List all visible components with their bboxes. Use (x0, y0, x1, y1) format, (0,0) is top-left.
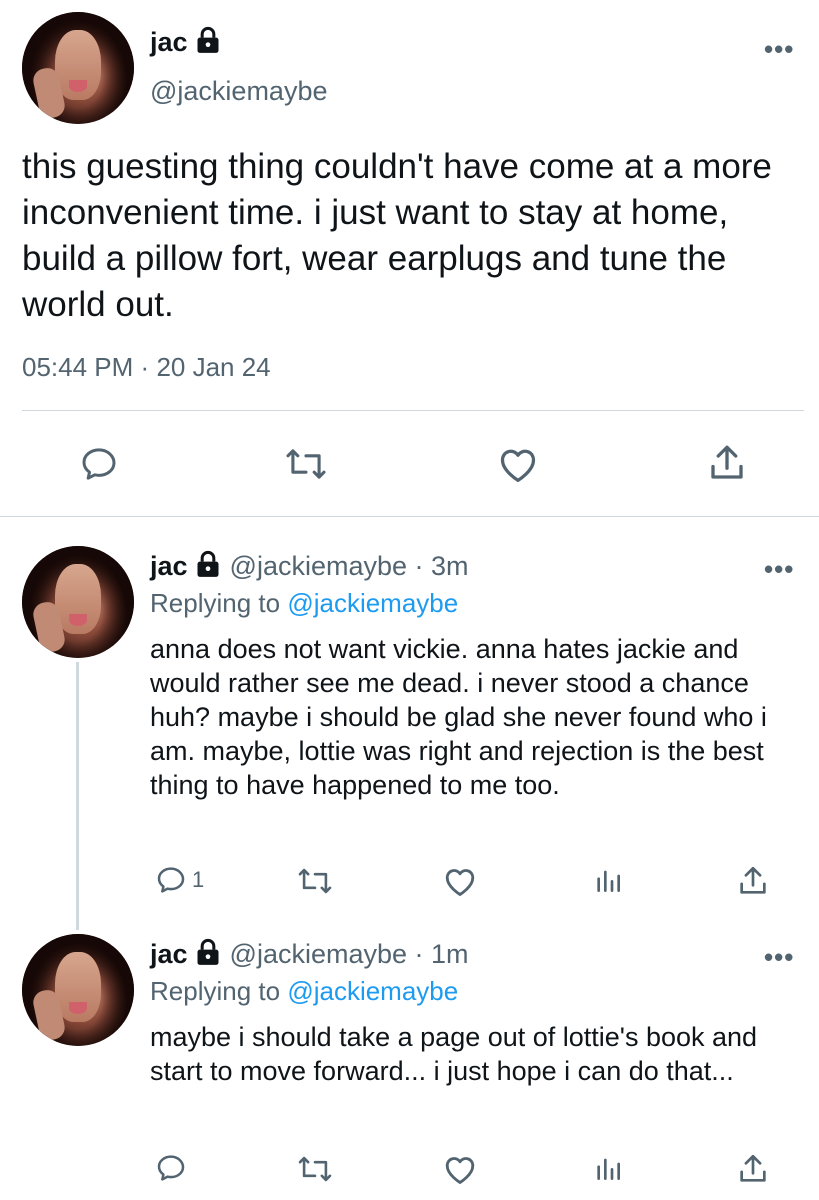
analytics-icon (597, 1158, 620, 1180)
divider (22, 410, 804, 411)
lock-icon (194, 938, 222, 971)
like-button[interactable] (442, 864, 478, 898)
speech-bubble-icon (157, 867, 185, 893)
replying-to-handle[interactable]: @jackiemaybe (287, 588, 458, 618)
author-handle[interactable]: @jackiemaybe (150, 76, 327, 107)
more-options-icon[interactable]: ••• (764, 944, 794, 970)
share-button[interactable] (736, 1152, 770, 1186)
retweet-icon (298, 1156, 332, 1182)
reply-button[interactable] (154, 1152, 192, 1184)
avatar[interactable] (22, 934, 134, 1046)
tweet-date: 20 Jan 24 (156, 352, 271, 382)
lock-icon (194, 26, 222, 59)
analytics-button[interactable] (592, 1152, 624, 1184)
author-name[interactable]: jac (150, 27, 188, 58)
avatar[interactable] (22, 12, 134, 124)
reply-text: anna does not want vickie. anna hates ja… (150, 634, 767, 800)
lock-icon (194, 550, 222, 583)
retweet-icon (298, 868, 332, 894)
heart-icon (445, 1157, 475, 1184)
tweet-timestamp[interactable]: 05:44 PM · 20 Jan 24 (22, 352, 271, 383)
replying-to-label: Replying to (150, 976, 281, 1006)
replying-to: Replying to @jackiemaybe (150, 588, 458, 619)
timestamp-separator: · (140, 352, 150, 382)
retweet-icon (286, 449, 326, 479)
like-button[interactable] (442, 1152, 478, 1186)
share-button[interactable] (736, 864, 770, 898)
author-name-row: jac (150, 26, 222, 59)
analytics-icon (597, 870, 620, 892)
analytics-button[interactable] (592, 864, 624, 896)
reply-header: jac @jackiemaybe · 1m (150, 938, 469, 971)
share-icon (711, 445, 743, 479)
tweet-text: this guesting thing couldn't have come a… (22, 147, 772, 324)
retweet-button[interactable] (296, 866, 334, 896)
tweet-time: 05:44 PM (22, 352, 134, 382)
author-name[interactable]: jac (150, 551, 188, 582)
heart-icon (445, 869, 475, 896)
retweet-button[interactable] (296, 1154, 334, 1184)
speech-bubble-icon (82, 448, 116, 480)
avatar[interactable] (22, 546, 134, 658)
retweet-button[interactable] (284, 446, 328, 482)
reply-meta[interactable]: @jackiemaybe · 3m (230, 551, 469, 582)
reply-button[interactable] (78, 444, 120, 484)
replying-to-handle[interactable]: @jackiemaybe (287, 976, 458, 1006)
replying-to-label: Replying to (150, 588, 281, 618)
more-options-icon[interactable]: ••• (764, 36, 794, 62)
like-button[interactable] (496, 444, 540, 484)
thread-connector (76, 662, 79, 930)
reply-header: jac @jackiemaybe · 3m (150, 550, 469, 583)
heart-icon (500, 449, 536, 482)
reply-text: maybe i should take a page out of lottie… (150, 1022, 758, 1086)
section-divider (0, 516, 819, 517)
speech-bubble-icon (157, 1155, 185, 1181)
reply-button[interactable]: 1 (154, 864, 204, 896)
reply-meta[interactable]: @jackiemaybe · 1m (230, 939, 469, 970)
share-button[interactable] (706, 442, 748, 484)
more-options-icon[interactable]: ••• (764, 556, 794, 582)
replying-to: Replying to @jackiemaybe (150, 976, 458, 1007)
share-icon (740, 1154, 766, 1182)
author-name[interactable]: jac (150, 939, 188, 970)
reply-count: 1 (192, 867, 205, 892)
share-icon (740, 866, 766, 894)
